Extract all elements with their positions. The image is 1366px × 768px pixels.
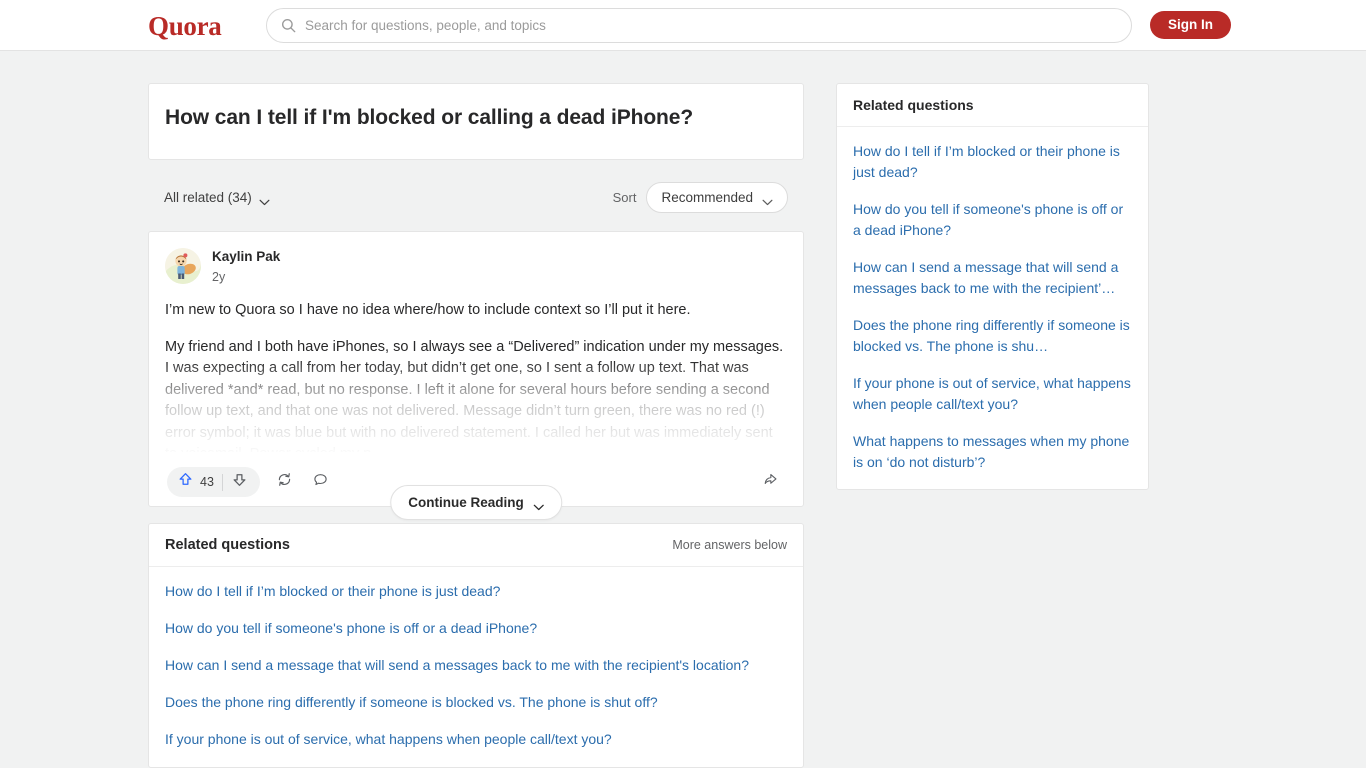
comment-icon [312, 471, 329, 493]
sidebar-related-title: Related questions [837, 84, 1148, 127]
related-question-link[interactable]: How do I tell if I’m blocked or their ph… [165, 581, 787, 601]
related-question-link[interactable]: If your phone is out of service, what ha… [165, 729, 787, 749]
sidebar-related-card: Related questions How do I tell if I’m b… [836, 83, 1149, 490]
sidebar-question-link[interactable]: If your phone is out of service, what ha… [853, 373, 1132, 415]
sidebar: Related questions How do I tell if I’m b… [836, 83, 1149, 506]
sidebar-question-link[interactable]: How do I tell if I’m blocked or their ph… [853, 141, 1132, 183]
answer-card: Kaylin Pak 2y I’m new to Quora so I have… [148, 231, 804, 520]
action-icons [270, 467, 336, 497]
repost-icon [276, 471, 293, 493]
related-questions-title: Related questions [165, 537, 290, 553]
site-header: Quora Sign In [0, 0, 1366, 51]
sort-value: Recommended [661, 189, 753, 205]
all-related-filter[interactable]: All related (34) [164, 190, 270, 205]
sort-group: Sort Recommended [612, 181, 788, 213]
avatar[interactable] [165, 248, 201, 284]
related-question-link[interactable]: Does the phone ring differently if someo… [165, 692, 787, 712]
sidebar-question-link[interactable]: Does the phone ring differently if someo… [853, 315, 1132, 357]
answer-body: I’m new to Quora so I have no idea where… [165, 300, 787, 452]
sort-label: Sort [612, 189, 637, 205]
sort-dropdown[interactable]: Recommended [646, 181, 788, 213]
chevron-down-icon [762, 194, 773, 205]
answer-paragraph: I’m new to Quora so I have no idea where… [165, 302, 691, 318]
share-icon [762, 471, 779, 493]
related-question-link[interactable]: How can I send a message that will send … [165, 655, 787, 675]
sign-in-button[interactable]: Sign In [1150, 11, 1231, 39]
search-icon [281, 18, 296, 33]
sidebar-question-link[interactable]: How do you tell if someone's phone is of… [853, 199, 1132, 241]
author-name[interactable]: Kaylin Pak [212, 248, 280, 266]
vote-group: 43 [167, 467, 260, 497]
chevron-down-icon [259, 194, 270, 205]
chevron-down-icon [533, 499, 544, 511]
sidebar-question-link[interactable]: What happens to messages when my phone i… [853, 431, 1132, 473]
comment-button[interactable] [306, 467, 336, 497]
repost-button[interactable] [270, 467, 300, 497]
answer-timestamp: 2y [212, 270, 226, 284]
all-related-label: All related (34) [164, 189, 252, 205]
author-meta: Kaylin Pak 2y [212, 248, 280, 286]
more-answers-below-label[interactable]: More answers below [672, 538, 787, 552]
downvote-button[interactable] [223, 471, 256, 493]
related-questions-card: Related questions More answers below How… [148, 523, 804, 768]
search-bar[interactable] [266, 8, 1132, 43]
answer-author[interactable]: Kaylin Pak 2y [165, 248, 787, 286]
upvote-count: 43 [200, 475, 214, 489]
quora-logo[interactable]: Quora [148, 11, 222, 42]
sidebar-question-link[interactable]: How can I send a message that will send … [853, 257, 1132, 299]
related-questions-header: Related questions More answers below [149, 524, 803, 567]
main-column: How can I tell if I'm blocked or calling… [148, 83, 804, 768]
continue-reading-label: Continue Reading [408, 495, 524, 510]
continue-reading-button[interactable]: Continue Reading [390, 485, 562, 520]
upvote-button[interactable]: 43 [171, 471, 222, 493]
search-input[interactable] [305, 18, 1117, 33]
related-question-link[interactable]: How do you tell if someone's phone is of… [165, 618, 787, 638]
sidebar-related-list: How do I tell if I’m blocked or their ph… [837, 127, 1148, 489]
page-title: How can I tell if I'm blocked or calling… [165, 106, 694, 129]
page-body: How can I tell if I'm blocked or calling… [0, 51, 1366, 768]
question-card: How can I tell if I'm blocked or calling… [148, 83, 804, 160]
share-button[interactable] [755, 467, 785, 497]
left-actions: 43 [167, 467, 336, 497]
upvote-icon [177, 471, 194, 493]
answer-filter-bar: All related (34) Sort Recommended [148, 175, 804, 219]
answer-paragraph: My friend and I both have iPhones, so I … [165, 338, 784, 453]
related-questions-list: How do I tell if I’m blocked or their ph… [149, 567, 803, 767]
downvote-icon [231, 471, 248, 493]
